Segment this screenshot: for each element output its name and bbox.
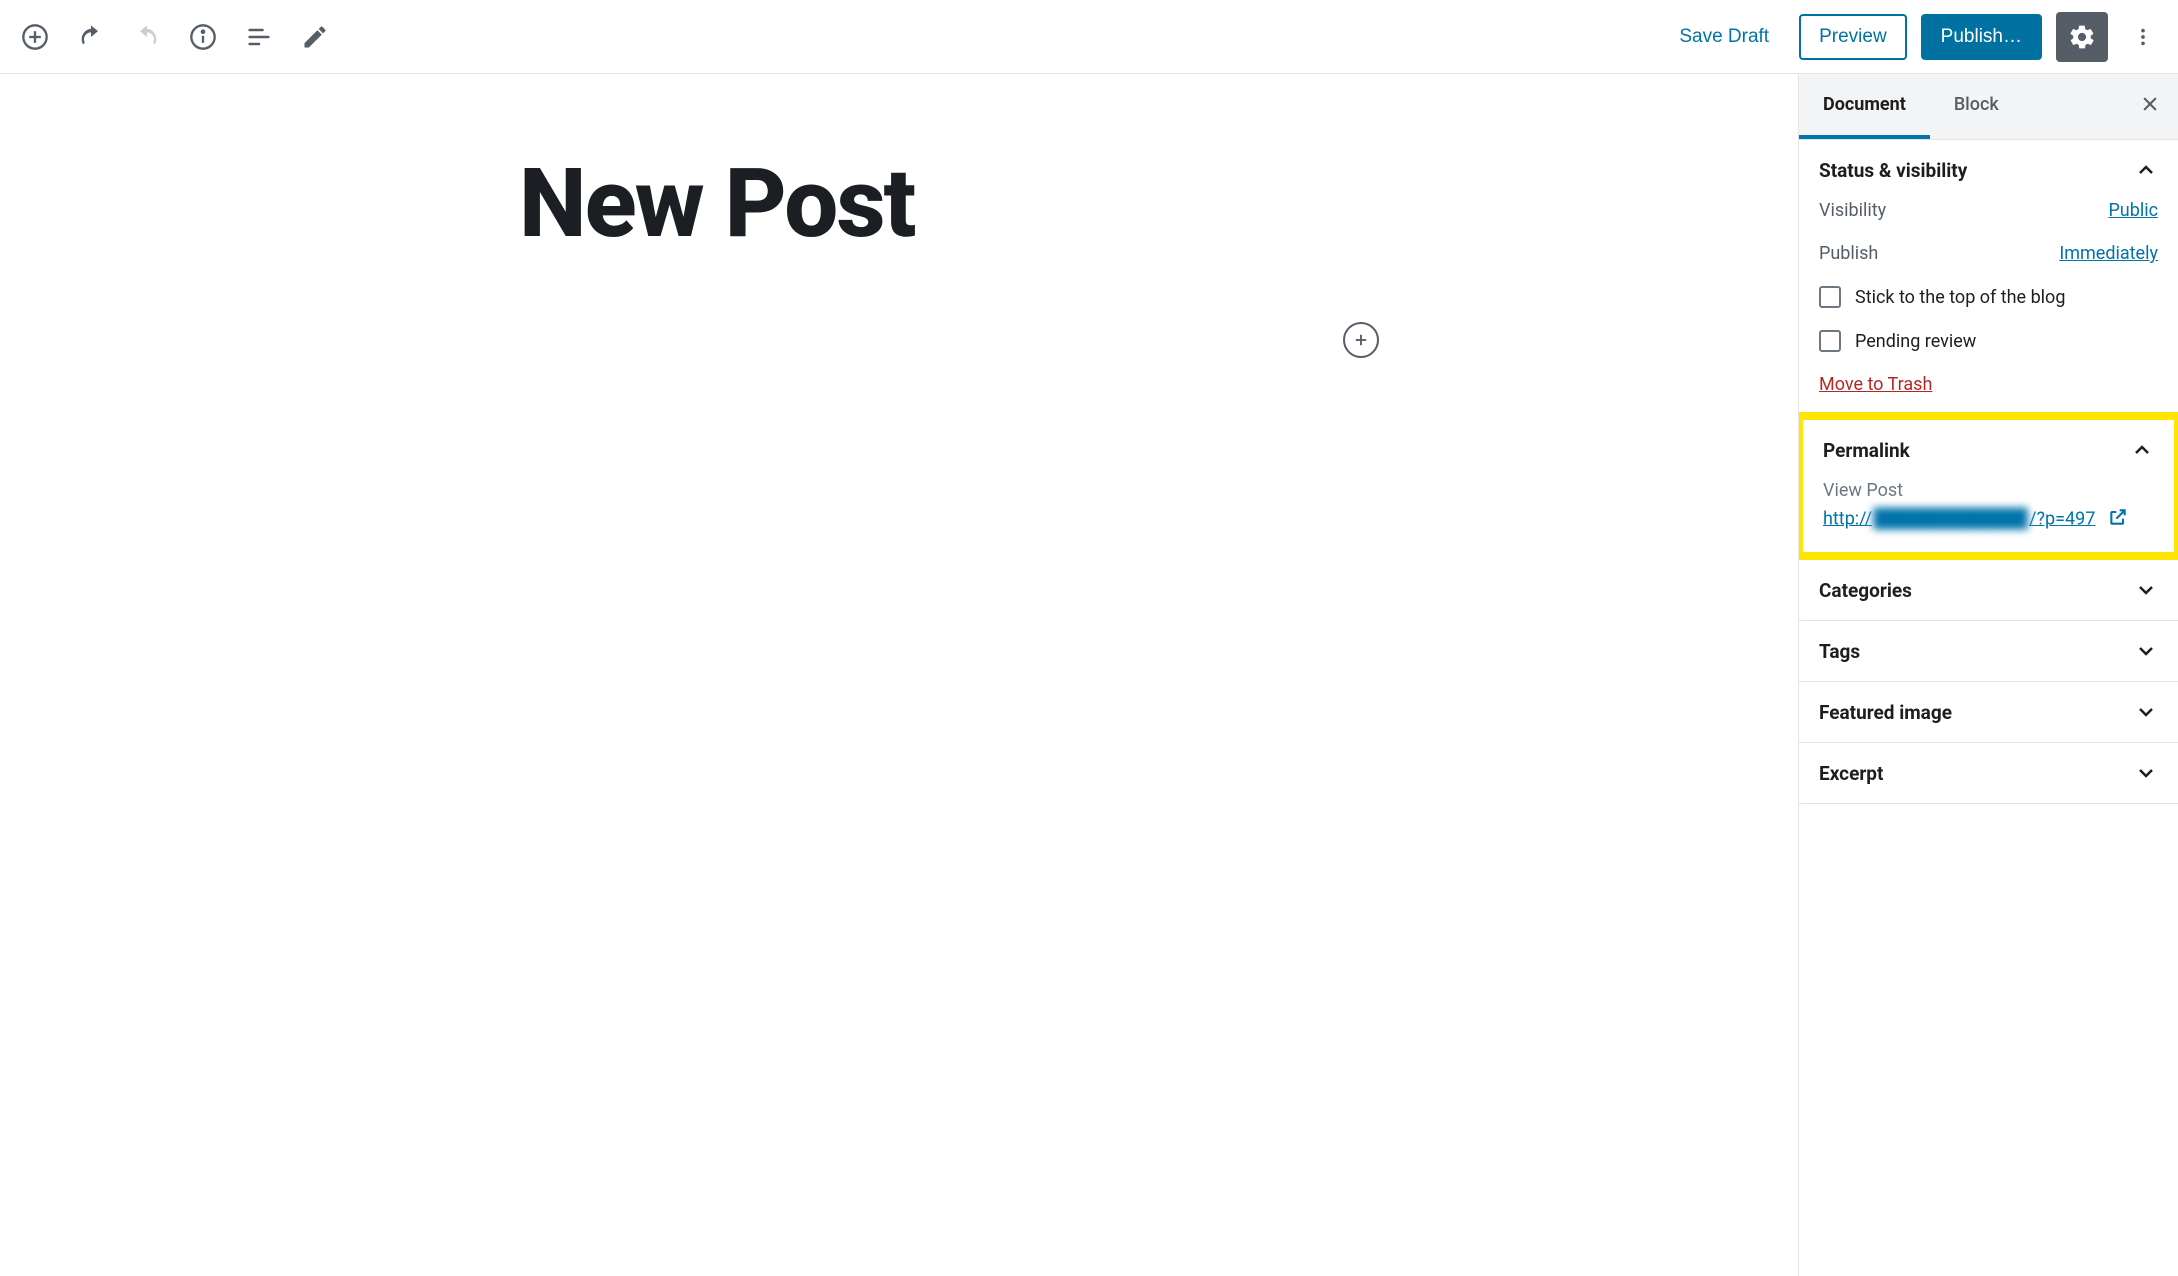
visibility-label: Visibility <box>1819 200 1886 221</box>
chevron-up-icon <box>2130 438 2154 462</box>
chevron-down-icon <box>2134 578 2158 602</box>
external-link-icon[interactable] <box>2108 507 2128 532</box>
visibility-value-link[interactable]: Public <box>2108 200 2158 221</box>
tab-block[interactable]: Block <box>1930 74 2023 139</box>
pending-checkbox[interactable] <box>1819 330 1841 352</box>
chevron-down-icon <box>2134 700 2158 724</box>
publish-value-link[interactable]: Immediately <box>2059 243 2158 264</box>
panel-featured-title: Featured image <box>1819 701 1952 724</box>
panel-status-visibility: Status & visibility Visibility Public Pu… <box>1799 140 2178 416</box>
preview-button[interactable]: Preview <box>1799 14 1907 60</box>
panel-tags-title: Tags <box>1819 640 1860 663</box>
more-options-button[interactable] <box>2122 16 2164 58</box>
panel-excerpt-header[interactable]: Excerpt <box>1799 743 2178 803</box>
permalink-url-row: http://████████████/?p=497 <box>1823 507 2154 532</box>
permalink-url-link[interactable]: http://████████████/?p=497 <box>1823 508 2095 529</box>
panel-excerpt-title: Excerpt <box>1819 762 1883 785</box>
permalink-view-label: View Post <box>1823 480 2154 501</box>
main-area: New Post Document Block Status & visibil… <box>0 74 2178 1276</box>
panel-permalink-header[interactable]: Permalink <box>1803 420 2174 480</box>
edit-button[interactable] <box>294 16 336 58</box>
settings-sidebar: Document Block Status & visibility Visib… <box>1798 74 2178 1276</box>
panel-tags-header[interactable]: Tags <box>1799 621 2178 681</box>
panel-excerpt: Excerpt <box>1799 743 2178 804</box>
add-block-inline-button[interactable] <box>1343 322 1379 358</box>
sidebar-tabs: Document Block <box>1799 74 2178 140</box>
close-sidebar-button[interactable] <box>2122 94 2178 120</box>
post-title[interactable]: New Post <box>519 154 1279 255</box>
block-navigation-button[interactable] <box>238 16 280 58</box>
toolbar-left-group <box>14 16 336 58</box>
panel-permalink: Permalink View Post http://████████████/… <box>1803 420 2174 552</box>
undo-button[interactable] <box>70 16 112 58</box>
add-block-button[interactable] <box>14 16 56 58</box>
panel-categories-header[interactable]: Categories <box>1799 560 2178 620</box>
chevron-down-icon <box>2134 761 2158 785</box>
publish-label: Publish <box>1819 243 1878 264</box>
settings-button[interactable] <box>2056 12 2108 62</box>
panel-featured-image: Featured image <box>1799 682 2178 743</box>
panel-featured-header[interactable]: Featured image <box>1799 682 2178 742</box>
permalink-highlight-box: Permalink View Post http://████████████/… <box>1798 412 2178 560</box>
tab-document[interactable]: Document <box>1799 74 1930 139</box>
panel-categories: Categories <box>1799 560 2178 621</box>
pending-label: Pending review <box>1855 331 1976 352</box>
chevron-up-icon <box>2134 158 2158 182</box>
top-toolbar: Save Draft Preview Publish… <box>0 0 2178 74</box>
panel-status-header[interactable]: Status & visibility <box>1799 140 2178 200</box>
publish-button[interactable]: Publish… <box>1921 14 2042 60</box>
panel-permalink-title: Permalink <box>1823 439 1910 462</box>
panel-categories-title: Categories <box>1819 579 1912 602</box>
panel-tags: Tags <box>1799 621 2178 682</box>
editor-canvas[interactable]: New Post <box>0 74 1798 1276</box>
panel-status-title: Status & visibility <box>1819 159 1967 182</box>
chevron-down-icon <box>2134 639 2158 663</box>
pending-checkbox-row[interactable]: Pending review <box>1819 330 2158 352</box>
sticky-label: Stick to the top of the blog <box>1855 287 2065 308</box>
sticky-checkbox[interactable] <box>1819 286 1841 308</box>
move-to-trash-link[interactable]: Move to Trash <box>1819 374 1932 395</box>
sticky-checkbox-row[interactable]: Stick to the top of the blog <box>1819 286 2158 308</box>
redo-button <box>126 16 168 58</box>
toolbar-right-group: Save Draft Preview Publish… <box>1663 12 2164 62</box>
save-draft-button[interactable]: Save Draft <box>1663 16 1785 58</box>
content-info-button[interactable] <box>182 16 224 58</box>
